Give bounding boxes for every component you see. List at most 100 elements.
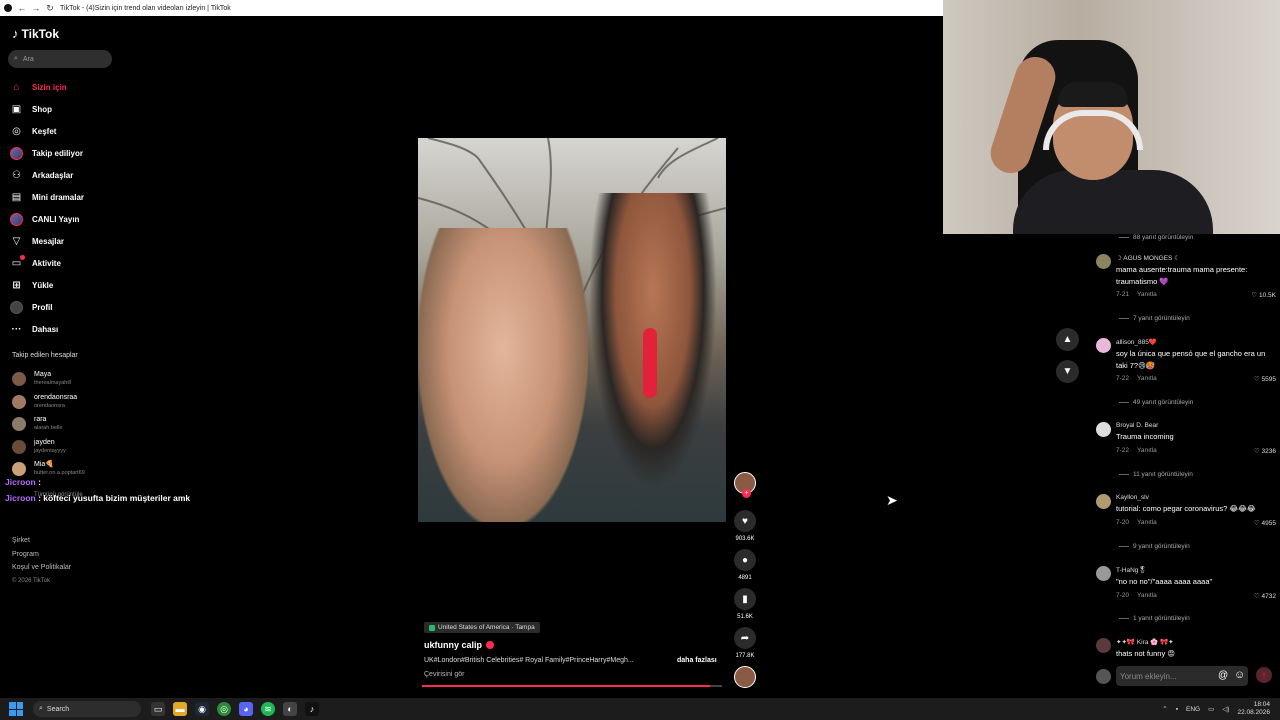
share-icon: ➦ [740,632,750,644]
following-account[interactable]: orendaonsraa orendaonsra [12,391,122,414]
app-icon[interactable]: ◐ [283,702,297,716]
view-replies-link[interactable]: 7 yanıt görüntüleyin [1088,315,1190,322]
nav-item-shop[interactable]: ▣ Shop [10,98,120,120]
avatar[interactable] [1096,494,1111,509]
file-explorer-icon[interactable]: ▬ [173,702,187,716]
comment-like-button[interactable]: ♡ 10.5K [1251,291,1276,299]
nav-item-for-you[interactable]: ⌂ Sizin için [10,76,120,98]
clock[interactable]: 18:04 22.08.2026 [1237,701,1270,717]
following-account[interactable]: jayden jaydentayyyy [12,436,122,459]
share-button[interactable]: ➦ [734,627,756,649]
back-icon[interactable]: ← [18,3,27,13]
comment-like-button[interactable]: ♡ 4732 [1254,592,1276,600]
nav-item-activity[interactable]: ▭ Aktivite [10,252,120,274]
comment-user[interactable]: Kayllon_slv [1116,494,1276,501]
comment-user[interactable]: ☽ AGUS MONGES ☾ [1116,254,1276,262]
avatar[interactable] [1096,338,1111,353]
tiktok-logo[interactable]: ♪ TikTok [12,26,59,41]
next-video-button[interactable]: ▼ [1056,360,1079,383]
browser-tab-bar: ← → ↻ TikTok - (4)Sizin için trend olan … [0,0,943,16]
previous-video-button[interactable]: ▲ [1056,328,1079,351]
comment-like-button[interactable]: ♡ 5595 [1254,375,1276,383]
reply-button[interactable]: Yanıtla [1137,447,1157,454]
comment-like-button[interactable]: ♡ 4955 [1254,519,1276,527]
comment-user[interactable]: T-HaNg🎖 [1116,566,1276,574]
translate-link[interactable]: Çevirisini gör [424,671,464,678]
sound-disc-icon[interactable] [734,666,756,688]
nav-item-messages[interactable]: ▽ Mesajlar [10,230,120,252]
discord-icon[interactable]: ◕ [239,702,253,716]
taskbar-apps: ▭ ▬ ◉ ◎ ◕ ≋ ◐ ♪ [151,702,319,716]
mention-icon[interactable]: @ [1218,670,1228,681]
video-progress-bar[interactable] [422,685,722,687]
chat-message: Jicroon : köfteci yusufta bizim müşteril… [5,493,190,503]
view-replies-link[interactable]: 1 yanıt görüntüleyin [1088,615,1190,622]
view-replies-link[interactable]: 88 yanıt görüntüleyin [1088,234,1193,241]
nav-item-following[interactable]: Takip ediliyor [10,142,120,164]
comment-user[interactable]: ✦✦🎀 Kira 🌸 🎀✦ [1116,638,1276,646]
spotify-icon[interactable]: ≋ [261,702,275,716]
following-account[interactable]: Maya therealmayahill [12,368,122,391]
send-button[interactable]: ↑ [1256,667,1272,683]
view-replies-link[interactable]: 9 yanıt görüntüleyin [1088,543,1190,550]
account-name: Mia🍕 [34,461,54,469]
nav-item-friends[interactable]: ⚇ Arkadaşlar [10,164,120,186]
video-player[interactable] [418,138,726,522]
forward-icon[interactable]: → [32,3,41,13]
chat-user: Jicroon [5,477,36,487]
nav-item-mini-dramas[interactable]: ▤ Mini dramalar [10,186,120,208]
avatar [12,394,26,409]
copyright: © 2026 TikTok [12,577,51,584]
footer-link-company[interactable]: Şirket [12,534,71,548]
windows-start-icon[interactable] [9,702,23,716]
nav-item-live[interactable]: CANLI Yayın [10,208,120,230]
emoji-icon[interactable]: ☺ [1234,669,1245,681]
video-author[interactable]: ukfunny calip [424,640,495,650]
comment-input[interactable]: Yorum ekleyin... [1116,666,1248,686]
reply-button[interactable]: Yanıtla [1137,592,1157,599]
nav-item-more[interactable]: ··· Dahası [10,318,120,340]
follow-plus-icon[interactable]: + [742,489,751,498]
taskbar-search[interactable]: ⌕ Search [33,701,141,717]
comment-like-button[interactable]: ♡ 3236 [1254,447,1276,455]
network-icon[interactable]: ▭ [1208,705,1214,713]
save-button[interactable]: ▮ [734,588,756,610]
nav-item-explore[interactable]: ◎ Keşfet [10,120,120,142]
footer-link-program[interactable]: Program [12,548,71,562]
avatar[interactable] [1096,422,1111,437]
comment-button[interactable]: ● [734,549,756,571]
language-indicator[interactable]: ENG [1186,706,1200,713]
search-input[interactable]: ⌕ Ara [8,50,112,68]
reply-button[interactable]: Yanıtla [1137,291,1157,298]
avatar[interactable] [1096,254,1111,269]
view-replies-link[interactable]: 49 yanıt görüntüleyin [1088,399,1193,406]
video-progress-fill [422,685,710,687]
reload-icon[interactable]: ↻ [46,3,54,13]
caption-more-link[interactable]: daha fazlası [677,657,717,664]
avatar[interactable] [1096,638,1111,653]
reply-button[interactable]: Yanıtla [1137,375,1157,382]
tiktok-app-icon[interactable]: ♪ [305,702,319,716]
following-account[interactable]: rara alarah.belle [12,413,122,436]
comment-text: thats not funny 😡 [1116,649,1176,658]
comment-user[interactable]: allison_885❤️ [1116,338,1276,346]
location-chip[interactable]: United States of America · Tampa [424,622,540,633]
like-button[interactable]: ♥ [734,510,756,532]
avatar[interactable] [1096,566,1111,581]
chat-user: Jicroon [5,493,36,503]
nav-item-profile[interactable]: Profil [10,296,120,318]
comment-user[interactable]: Broyal D. Bear [1116,422,1276,429]
tray-app-icon[interactable]: ▪ [1176,706,1178,713]
view-replies-link[interactable]: 11 yanıt görüntüleyin [1088,471,1193,478]
clock-date: 22.08.2026 [1237,709,1270,716]
volume-icon[interactable]: ◁) [1222,705,1229,713]
task-view-icon[interactable]: ▭ [151,702,165,716]
steam-icon[interactable]: ◉ [195,702,209,716]
chrome-icon[interactable]: ◎ [217,702,231,716]
nav-item-upload[interactable]: ⊞ Yükle [10,274,120,296]
creator-avatar[interactable]: + [734,472,756,498]
tray-chevron-icon[interactable]: ⌃ [1162,705,1167,713]
drama-icon: ▤ [11,191,22,203]
footer-link-terms[interactable]: Koşul ve Politikalar [12,561,71,575]
reply-button[interactable]: Yanıtla [1137,519,1157,526]
